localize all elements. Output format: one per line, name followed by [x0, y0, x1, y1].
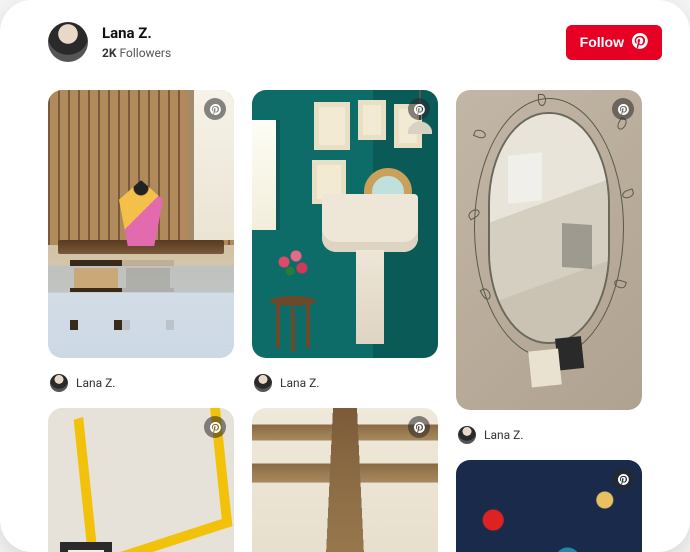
pin-column-1: Lana Z.: [48, 90, 234, 552]
mini-avatar: [50, 374, 68, 392]
pin-author: Lana Z.: [280, 376, 319, 390]
pin-vine-mirror[interactable]: [456, 90, 642, 410]
pin-bathroom[interactable]: [252, 90, 438, 358]
pin-attribution[interactable]: Lana Z.: [456, 424, 642, 446]
pinterest-badge-icon[interactable]: [204, 416, 226, 438]
avatar[interactable]: [48, 22, 88, 62]
pin-yellow-structure[interactable]: [48, 408, 234, 552]
pinterest-badge-icon[interactable]: [204, 98, 226, 120]
profile-header: Lana Z. 2K Followers Follow: [0, 0, 690, 70]
pin-attribution[interactable]: Lana Z.: [252, 372, 438, 394]
pin-column-2: Lana Z.: [252, 90, 438, 552]
pinterest-badge-icon[interactable]: [612, 98, 634, 120]
follow-button[interactable]: Follow: [566, 25, 662, 60]
user-meta: Lana Z. 2K Followers: [102, 24, 566, 60]
pin-author: Lana Z.: [76, 376, 115, 390]
pinterest-badge-icon[interactable]: [408, 416, 430, 438]
pin-attribution[interactable]: Lana Z.: [48, 372, 234, 394]
follower-number: 2K: [102, 46, 117, 60]
follow-button-label: Follow: [580, 34, 624, 50]
pinterest-badge-icon[interactable]: [408, 98, 430, 120]
mini-avatar: [254, 374, 272, 392]
profile-pins-card: Lana Z. 2K Followers Follow: [0, 0, 690, 552]
pinterest-badge-icon[interactable]: [612, 468, 634, 490]
pin-floral-pattern[interactable]: [456, 460, 642, 552]
follower-label: Followers: [120, 46, 172, 60]
profile-name[interactable]: Lana Z.: [102, 24, 566, 44]
pin-columns: Lana Z.: [0, 70, 690, 552]
pin-ceiling-beams[interactable]: [252, 408, 438, 552]
pinterest-icon: [632, 33, 648, 52]
mini-avatar: [458, 426, 476, 444]
pin-author: Lana Z.: [484, 428, 523, 442]
pin-column-3: Lana Z.: [456, 90, 642, 552]
follower-count: 2K Followers: [102, 46, 566, 60]
pin-library[interactable]: [48, 90, 234, 358]
